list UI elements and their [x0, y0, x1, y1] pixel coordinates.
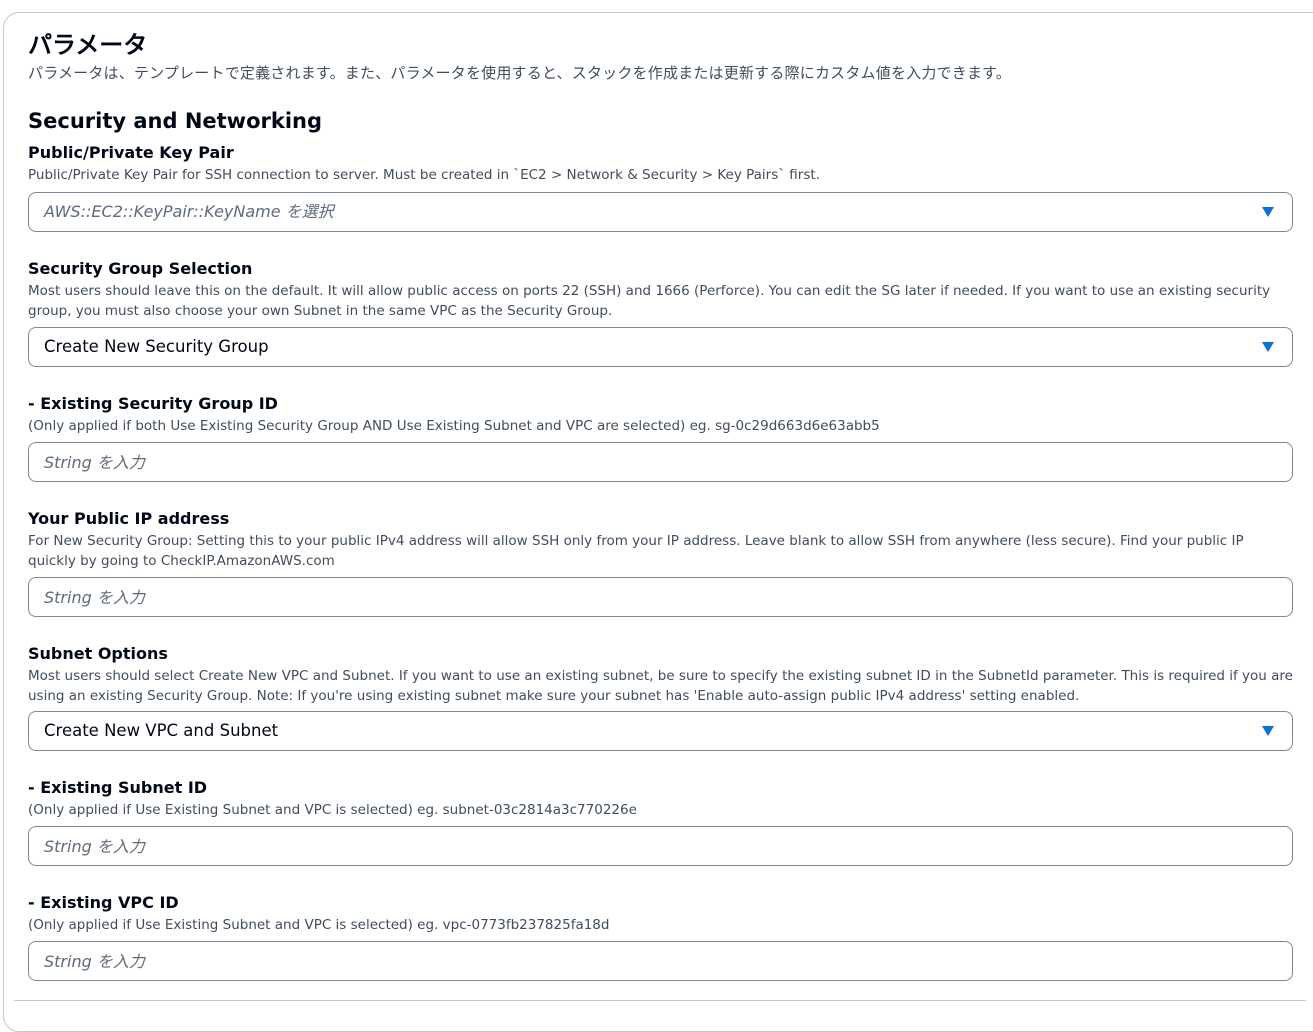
- security-group-select[interactable]: Create New Security Group: [28, 327, 1293, 367]
- field-description: (Only applied if Use Existing Subnet and…: [28, 802, 637, 818]
- field-label: - Existing VPC ID: [28, 893, 179, 912]
- select-value: Create New VPC and Subnet: [44, 721, 279, 740]
- existing-security-group-id-input[interactable]: [29, 443, 1292, 481]
- field-subnet-options: Subnet Options Most users should select …: [28, 643, 1293, 751]
- field-description: (Only applied if both Use Existing Secur…: [28, 418, 880, 434]
- caret-down-icon: [1262, 207, 1274, 217]
- field-existing-vpc-id: - Existing VPC ID (Only applied if Use E…: [28, 892, 1293, 981]
- existing-subnet-id-input[interactable]: [29, 827, 1292, 865]
- section-divider: [14, 1000, 1306, 1001]
- existing-subnet-id-field[interactable]: [28, 826, 1293, 866]
- field-description: For New Security Group: Setting this to …: [28, 533, 1244, 569]
- field-description: Public/Private Key Pair for SSH connecti…: [28, 167, 820, 183]
- field-label: - Existing Security Group ID: [28, 394, 278, 413]
- select-value: Create New Security Group: [44, 337, 269, 356]
- field-description: (Only applied if Use Existing Subnet and…: [28, 917, 610, 933]
- field-label: Public/Private Key Pair: [28, 143, 234, 162]
- page-description: パラメータは、テンプレートで定義されます。また、パラメータを使用すると、スタック…: [28, 64, 1012, 82]
- existing-security-group-id-field[interactable]: [28, 442, 1293, 482]
- field-existing-subnet-id: - Existing Subnet ID (Only applied if Us…: [28, 777, 1293, 866]
- existing-vpc-id-field[interactable]: [28, 941, 1293, 981]
- key-pair-select[interactable]: AWS::EC2::KeyPair::KeyName を選択: [28, 192, 1293, 232]
- field-description: Most users should leave this on the defa…: [28, 283, 1271, 319]
- caret-down-icon: [1262, 726, 1274, 736]
- select-placeholder: AWS::EC2::KeyPair::KeyName を選択: [44, 202, 334, 221]
- field-label: Your Public IP address: [28, 509, 230, 528]
- public-ip-address-input[interactable]: [29, 578, 1292, 616]
- field-label: Subnet Options: [28, 644, 168, 663]
- section-title: Security and Networking: [28, 109, 323, 133]
- caret-down-icon: [1262, 342, 1274, 352]
- field-existing-security-group-id: - Existing Security Group ID (Only appli…: [28, 393, 1293, 482]
- field-security-group-selection: Security Group Selection Most users shou…: [28, 258, 1293, 367]
- field-public-ip-address: Your Public IP address For New Security …: [28, 508, 1293, 617]
- field-label: Security Group Selection: [28, 259, 253, 278]
- field-key-pair: Public/Private Key Pair Public/Private K…: [28, 142, 1293, 232]
- field-label: - Existing Subnet ID: [28, 778, 208, 797]
- page-title: パラメータ: [28, 31, 148, 59]
- public-ip-address-field[interactable]: [28, 577, 1293, 617]
- subnet-options-select[interactable]: Create New VPC and Subnet: [28, 711, 1293, 751]
- field-description: Most users should select Create New VPC …: [28, 668, 1293, 704]
- existing-vpc-id-input[interactable]: [29, 942, 1292, 980]
- parameters-content: パラメータ パラメータは、テンプレートで定義されます。また、パラメータを使用する…: [28, 28, 1293, 981]
